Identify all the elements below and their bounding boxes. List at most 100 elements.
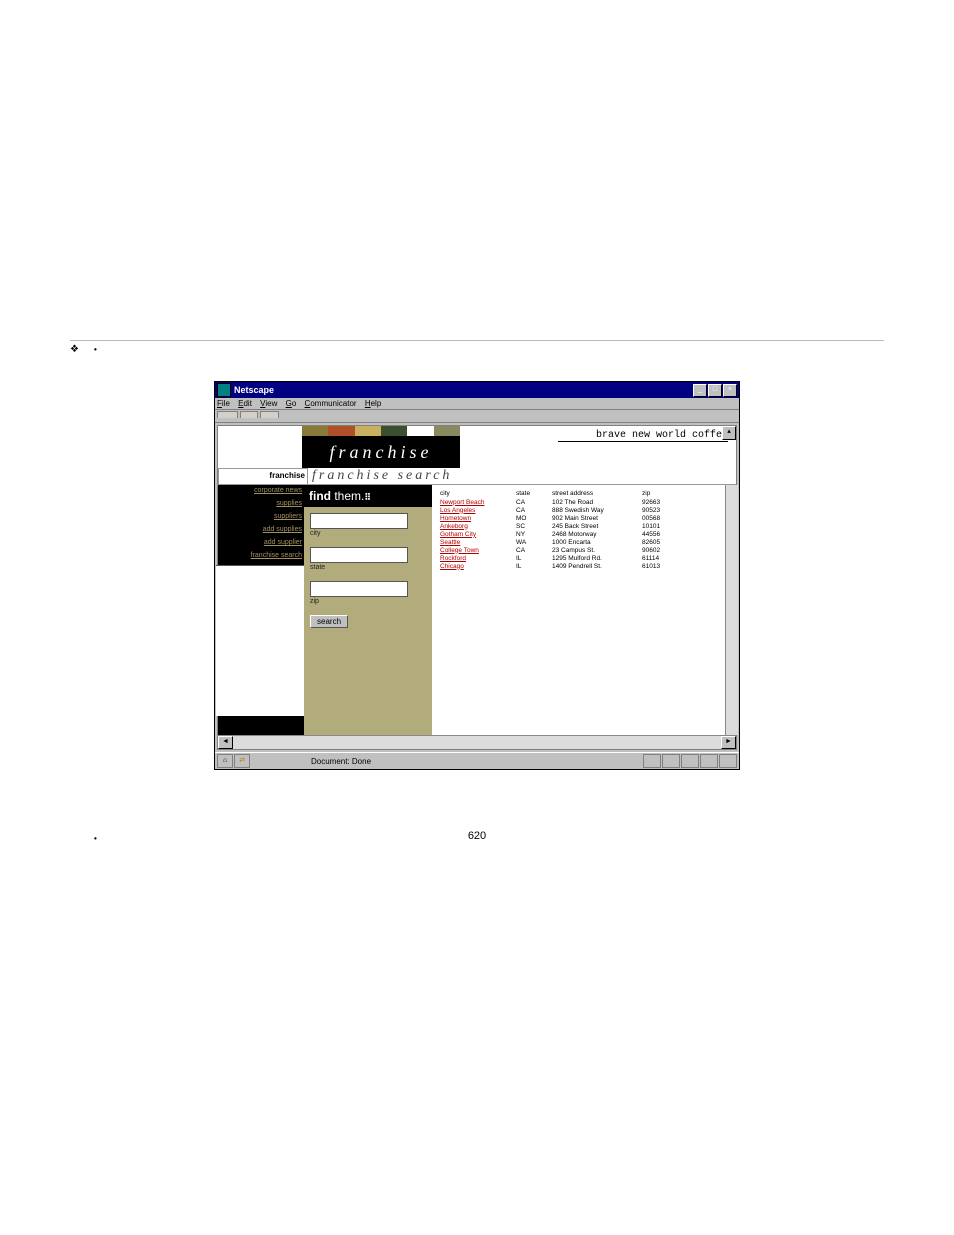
cell-address: 902 Main Street	[550, 514, 640, 522]
cell-state: IL	[514, 554, 550, 562]
scroll-up-button[interactable]: ▲	[722, 426, 736, 440]
city-link[interactable]: Ankeborg	[440, 523, 468, 530]
bullet-icon: •	[94, 344, 97, 356]
logo-color-strip	[302, 426, 460, 436]
city-link[interactable]: Rockford	[440, 555, 466, 562]
city-link[interactable]: Gotham City	[440, 531, 476, 538]
toolbar-tab[interactable]	[217, 411, 238, 418]
brand-line: brave new world coffee	[558, 430, 728, 442]
table-row: Chicago IL1409 Pendrell St.61013	[438, 562, 730, 570]
cell-zip: 61013	[640, 562, 730, 570]
col-city: city	[438, 489, 514, 498]
scroll-right-button[interactable]: ►	[721, 736, 736, 749]
table-row: Newport BeachCA102 The Road92663	[438, 498, 730, 506]
city-label: city	[310, 530, 426, 537]
status-tray-icon[interactable]	[643, 754, 661, 768]
cell-address: 1295 Mulford Rd.	[550, 554, 640, 562]
zip-input[interactable]	[310, 581, 408, 597]
status-tray-icon[interactable]	[662, 754, 680, 768]
menu-help[interactable]: Help	[365, 399, 381, 408]
minimize-button[interactable]: _	[693, 384, 707, 397]
zip-label: zip	[310, 598, 426, 605]
nav-corporate-news[interactable]: corporate news	[218, 487, 302, 494]
cell-address: 2468 Motorway	[550, 530, 640, 538]
results-table: city state street address zip Newport Be…	[438, 489, 730, 570]
city-link[interactable]: Newport Beach	[440, 499, 484, 506]
menu-communicator[interactable]: Communicator	[305, 399, 357, 408]
results-panel: city state street address zip Newport Be…	[432, 485, 736, 735]
col-state: state	[514, 489, 550, 498]
city-link[interactable]: Los Angeles	[440, 507, 475, 514]
nav-supplies[interactable]: supplies	[218, 500, 302, 507]
titlebar: Netscape _ □ ×	[215, 382, 739, 398]
state-input[interactable]	[310, 547, 408, 563]
status-tray-icon[interactable]	[719, 754, 737, 768]
diamond-icon: ❖	[70, 342, 79, 357]
table-row: AnkeborgSC245 Back Street10101	[438, 522, 730, 530]
scroll-left-button[interactable]: ◄	[218, 736, 233, 749]
toolbar-tab[interactable]	[240, 411, 257, 418]
logo: franchise	[302, 436, 460, 468]
table-row: Seattle WA1000 Encarta82605	[438, 538, 730, 546]
table-row: Los AngelesCA888 Swedish Way90523	[438, 506, 730, 514]
status-tray-icon[interactable]	[700, 754, 718, 768]
section-tab[interactable]: franchise	[218, 468, 308, 485]
col-zip: zip	[640, 489, 730, 498]
close-button[interactable]: ×	[723, 384, 737, 397]
cell-address: 1409 Pendrell St.	[550, 562, 640, 570]
menu-file[interactable]: File	[217, 399, 230, 408]
cell-state: CA	[514, 546, 550, 554]
section-title: franchise search	[308, 468, 736, 485]
vertical-scrollbar[interactable]	[725, 485, 738, 735]
city-input[interactable]	[310, 513, 408, 529]
statusbar: ⌂ ⇄ Document: Done	[215, 752, 739, 769]
banner-left-blank	[218, 426, 302, 468]
search-panel: find them.⠿ city state zip search	[304, 485, 432, 735]
cell-zip: 44556	[640, 530, 730, 538]
city-link[interactable]: Hometown	[440, 515, 471, 522]
cell-address: 1000 Encarta	[550, 538, 640, 546]
toolbar-tab[interactable]	[260, 411, 279, 418]
banner-right: brave new world coffee ▲	[460, 426, 736, 468]
cell-zip: 90523	[640, 506, 730, 514]
cell-zip: 10101	[640, 522, 730, 530]
state-label: state	[310, 564, 426, 571]
status-tray-icon[interactable]	[681, 754, 699, 768]
bullet-icon: •	[94, 834, 97, 843]
menubar: File Edit View Go Communicator Help	[215, 398, 739, 410]
logo-text: franchise	[330, 443, 433, 461]
window-title: Netscape	[234, 385, 692, 395]
page-number: 620	[70, 830, 884, 842]
nav-add-supplier[interactable]: add supplier	[218, 539, 302, 546]
cell-address: 23 Campus St.	[550, 546, 640, 554]
status-icon[interactable]: ⇄	[234, 754, 250, 768]
cell-zip: 61114	[640, 554, 730, 562]
cell-state: CA	[514, 506, 550, 514]
nav-franchise-search[interactable]: franchise search	[218, 552, 302, 559]
city-link[interactable]: Seattle	[440, 539, 460, 546]
maximize-button[interactable]: □	[708, 384, 722, 397]
cell-state: WA	[514, 538, 550, 546]
search-button[interactable]: search	[310, 615, 348, 628]
menu-view[interactable]: View	[260, 399, 277, 408]
cell-address: 245 Back Street	[550, 522, 640, 530]
cell-zip: 82605	[640, 538, 730, 546]
left-nav: corporate news supplies suppliers add su…	[218, 485, 304, 735]
browser-window: Netscape _ □ × File Edit View Go Communi…	[214, 381, 740, 770]
status-icon[interactable]: ⌂	[217, 754, 233, 768]
table-row: HometownMO902 Main Street00568	[438, 514, 730, 522]
cell-state: MO	[514, 514, 550, 522]
col-address: street address	[550, 489, 640, 498]
nav-suppliers[interactable]: suppliers	[218, 513, 302, 520]
app-icon	[217, 383, 231, 397]
table-row: Rockford IL1295 Mulford Rd.61114	[438, 554, 730, 562]
city-link[interactable]: College Town	[440, 547, 479, 554]
menu-edit[interactable]: Edit	[238, 399, 252, 408]
cell-state: NY	[514, 530, 550, 538]
city-link[interactable]: Chicago	[440, 563, 464, 570]
nav-add-supplies[interactable]: add supplies	[218, 526, 302, 533]
cell-state: IL	[514, 562, 550, 570]
menu-go[interactable]: Go	[286, 399, 297, 408]
cell-state: CA	[514, 498, 550, 506]
horizontal-scrollbar[interactable]: ◄ ►	[218, 735, 736, 749]
